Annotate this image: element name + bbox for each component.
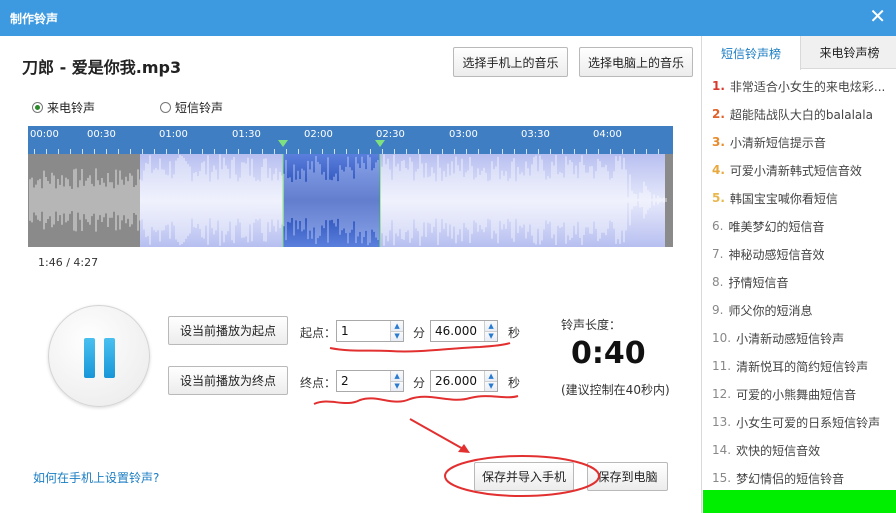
list-item-title: 神秘动感短信音效 <box>728 247 825 262</box>
list-item[interactable]: 11. 清新悦耳的简约短信铃声 <box>702 352 896 380</box>
list-item-rank: 9. <box>712 303 724 317</box>
green-bar <box>703 490 896 513</box>
list-item[interactable]: 15. 梦幻情侣的短信铃音 <box>702 464 896 492</box>
tab-call-chart[interactable]: 来电铃声榜 <box>802 36 896 69</box>
list-item[interactable]: 6. 唯美梦幻的短信音 <box>702 212 896 240</box>
list-item-rank: 14. <box>712 443 732 457</box>
chart-tabs: 短信铃声榜 来电铃声榜 <box>702 36 896 70</box>
list-item-title: 可爱小清新韩式短信音效 <box>729 163 862 178</box>
list-item[interactable]: 3. 小清新短信提示音 <box>702 128 896 156</box>
list-item-title: 韩国宝宝喊你看短信 <box>729 191 838 206</box>
annotation-underline-start <box>329 342 511 353</box>
list-item-title: 小清新动感短信铃声 <box>736 331 845 346</box>
list-item[interactable]: 4. 可爱小清新韩式短信音效 <box>702 156 896 184</box>
list-item-title: 小清新短信提示音 <box>729 135 826 150</box>
list-item-title: 师父你的短消息 <box>728 303 813 318</box>
annotation-circle <box>444 455 600 497</box>
list-item-rank: 15. <box>712 471 732 485</box>
list-item-rank: 5. <box>712 191 725 205</box>
list-item-rank: 13. <box>712 415 732 429</box>
list-item[interactable]: 8. 抒情短信音 <box>702 268 896 296</box>
annotation-arrow-head <box>458 444 470 453</box>
list-item-rank: 1. <box>712 79 725 93</box>
list-item[interactable]: 7. 神秘动感短信音效 <box>702 240 896 268</box>
list-item-title: 唯美梦幻的短信音 <box>728 219 825 234</box>
list-item[interactable]: 1. 非常适合小女生的来电炫彩... <box>702 72 896 100</box>
list-item-rank: 10. <box>712 331 732 345</box>
list-item-rank: 12. <box>712 387 732 401</box>
list-item[interactable]: 2. 超能陆战队大白的balalala <box>702 100 896 128</box>
list-item[interactable]: 12. 可爱的小熊舞曲短信音 <box>702 380 896 408</box>
list-item-rank: 3. <box>712 135 725 149</box>
annotation-arrow <box>409 418 466 451</box>
list-item-rank: 4. <box>712 163 725 177</box>
list-item-title: 非常适合小女生的来电炫彩... <box>729 79 886 94</box>
list-item-rank: 8. <box>712 275 724 289</box>
list-item[interactable]: 14. 欢快的短信音效 <box>702 436 896 464</box>
list-item-title: 小女生可爱的日系短信铃声 <box>736 415 881 430</box>
ringtone-list: 1. 非常适合小女生的来电炫彩... 2. 超能陆战队大白的balalala 3. 小清新… <box>702 72 896 492</box>
list-item-title: 可爱的小熊舞曲短信音 <box>736 387 857 402</box>
list-item-rank: 7. <box>712 247 724 261</box>
list-item[interactable]: 13. 小女生可爱的日系短信铃声 <box>702 408 896 436</box>
list-item[interactable]: 5. 韩国宝宝喊你看短信 <box>702 184 896 212</box>
list-item-rank: 2. <box>712 107 725 121</box>
list-item-title: 清新悦耳的简约短信铃声 <box>736 359 869 374</box>
list-item[interactable]: 9. 师父你的短消息 <box>702 296 896 324</box>
list-item-title: 梦幻情侣的短信铃音 <box>736 471 845 486</box>
annotation-underline-end <box>313 395 519 405</box>
list-item[interactable]: 10. 小清新动感短信铃声 <box>702 324 896 352</box>
list-item-title: 欢快的短信音效 <box>736 443 821 458</box>
list-item-title: 超能陆战队大白的balalala <box>729 107 873 122</box>
list-item-title: 抒情短信音 <box>728 275 789 290</box>
tab-sms-chart[interactable]: 短信铃声榜 <box>702 36 801 70</box>
list-item-rank: 11. <box>712 359 732 373</box>
ringtone-chart-sidebar: 短信铃声榜 来电铃声榜 1. 非常适合小女生的来电炫彩... 2. 超能陆战队大白的b… <box>701 36 896 513</box>
list-item-rank: 6. <box>712 219 724 233</box>
